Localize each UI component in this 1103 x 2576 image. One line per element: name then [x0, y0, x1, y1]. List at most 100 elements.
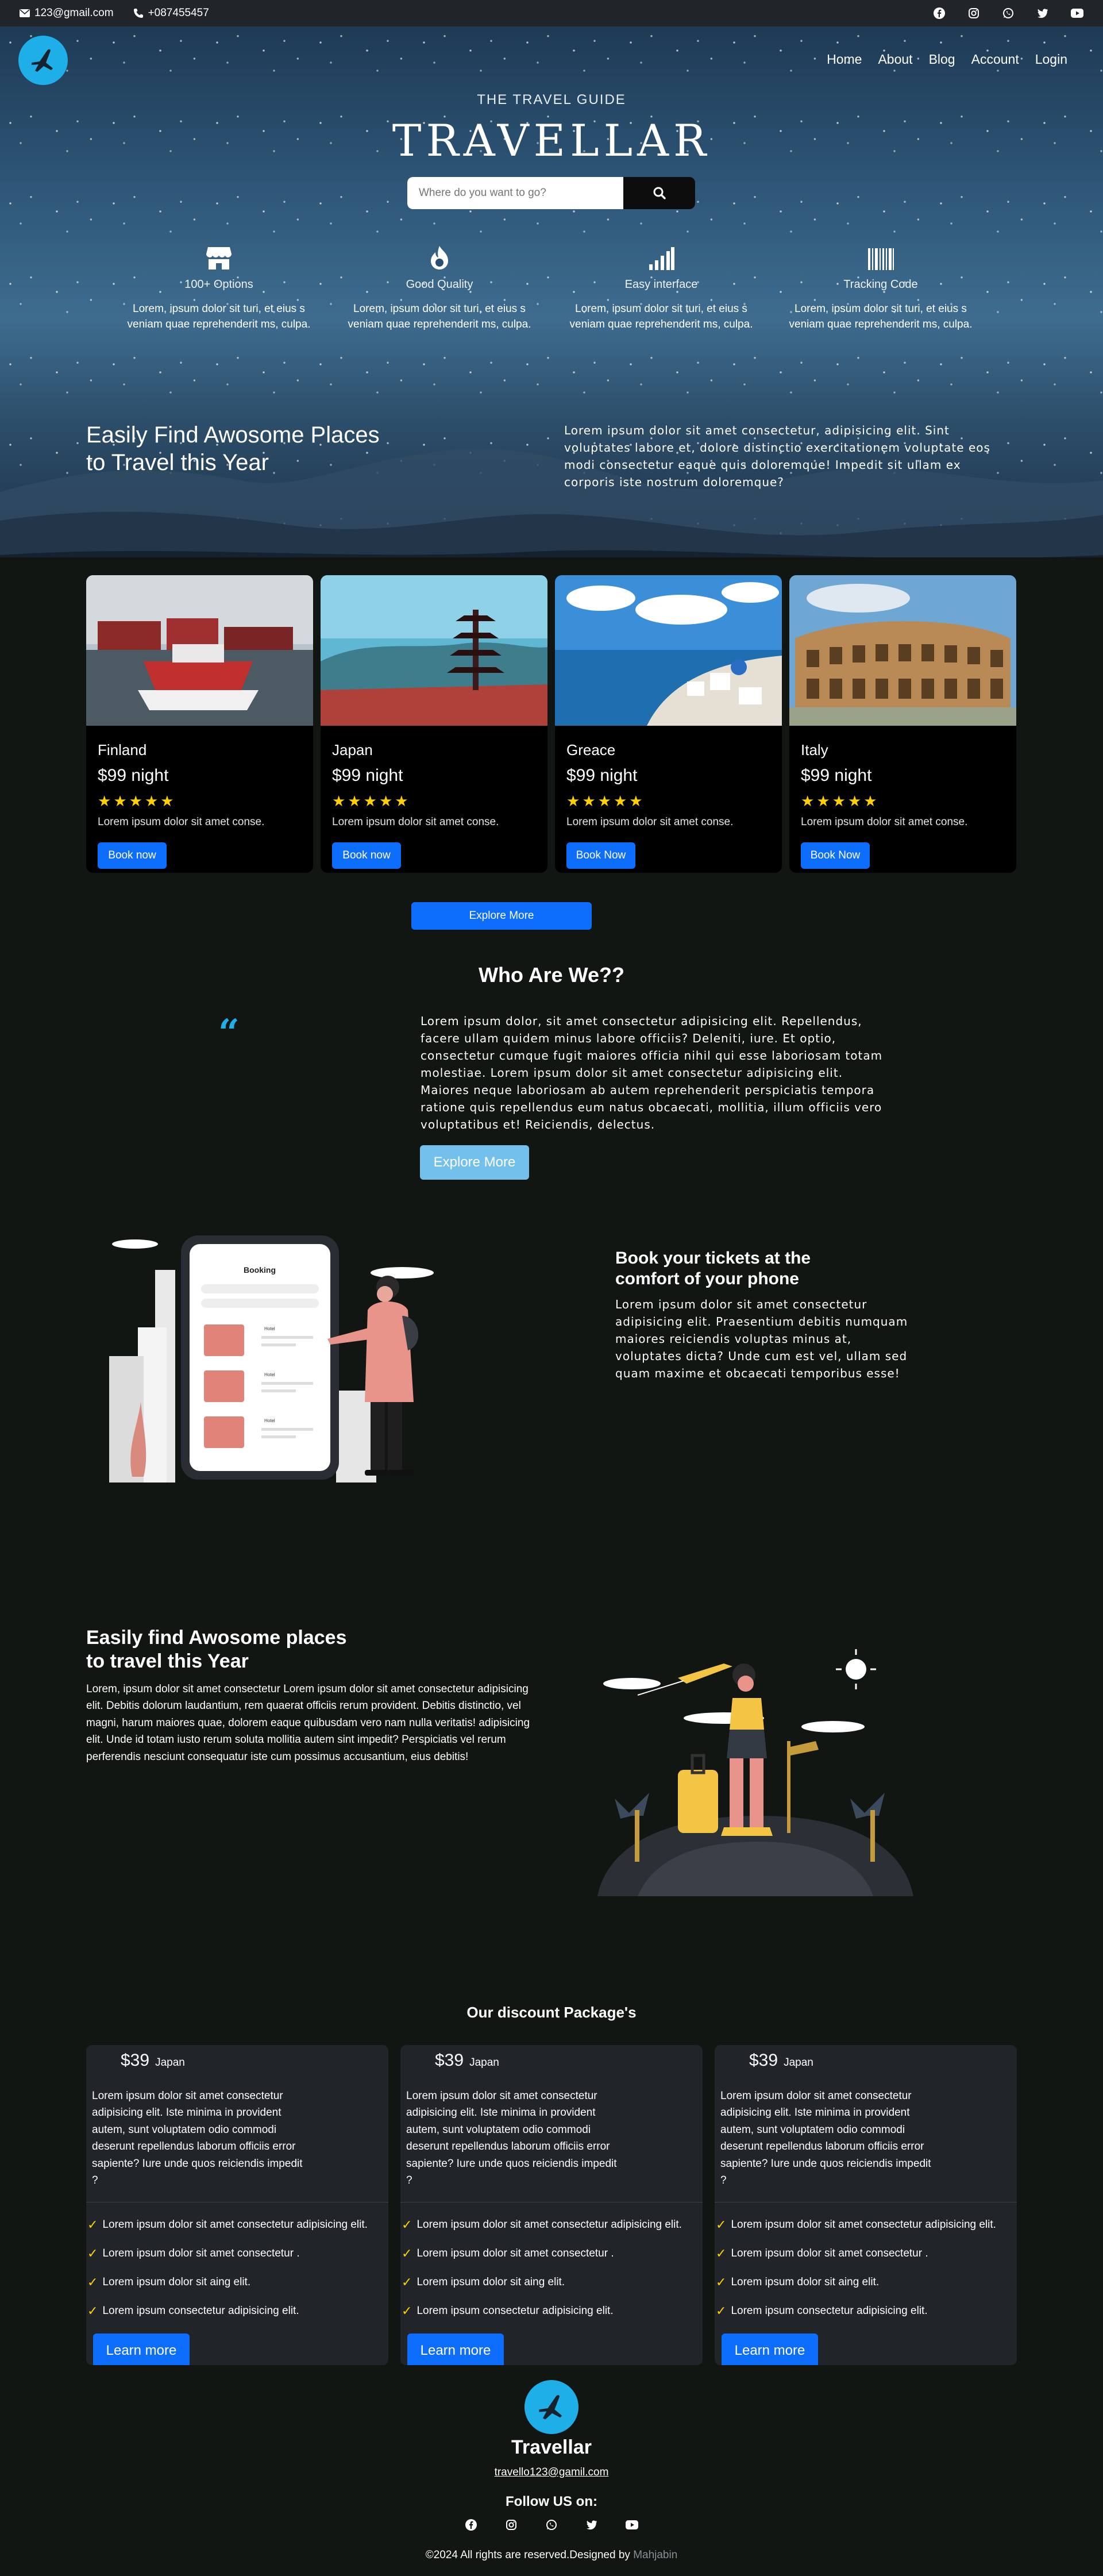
package-divider: [86, 2201, 388, 2203]
feature-options: 100+ Options Lorem, ipsum dolor sit turi…: [121, 245, 317, 332]
nav-home[interactable]: Home: [827, 52, 862, 67]
phone-hotel-label: Hotel: [264, 1418, 275, 1423]
feature-text: Lorem ipsum dolor sit amet consectetur .: [731, 2247, 928, 2259]
phone-text: +087455457: [148, 7, 209, 19]
search-button[interactable]: [623, 177, 695, 209]
feature-title: Easy interface: [624, 278, 698, 291]
feature-desc: Lorem, ipsum dolor sit turi, et eius s v…: [348, 303, 531, 330]
flame-icon: [431, 246, 448, 269]
star-icon: ★: [363, 792, 377, 810]
destination-card-italy: Italy $99 night ★ ★ ★ ★ ★ Lorem ipsum dolor …: [789, 575, 1016, 873]
facebook-icon[interactable]: [933, 7, 946, 20]
copyright-text: ©2024 All rights are reserved.Designed b…: [425, 2549, 634, 2561]
package-desc: Lorem ipsum dolor sit amet consectetur a…: [720, 2090, 931, 2187]
package-features: ✓ Lorem ipsum dolor sit amet consectetur …: [400, 2211, 703, 2325]
phone-booking-title: Booking: [244, 1265, 276, 1274]
instagram-icon[interactable]: [967, 7, 980, 20]
contact-email[interactable]: 123@gmail.com: [20, 7, 114, 20]
feature-title: Tracking Code: [843, 278, 918, 291]
star-icon: ★: [847, 792, 862, 810]
check-icon: ✓: [402, 2303, 412, 2318]
learn-more-button[interactable]: Learn more: [407, 2333, 504, 2365]
star-icon: ★: [395, 792, 408, 810]
check-icon: ✓: [87, 2217, 98, 2232]
nav-account[interactable]: Account: [971, 52, 1019, 67]
package-card: $39 Japan Lorem ipsum dolor sit amet cons…: [86, 2045, 388, 2365]
learn-more-button[interactable]: Learn more: [722, 2333, 818, 2365]
book-now-button[interactable]: Book now: [332, 842, 401, 869]
nav-login[interactable]: Login: [1035, 52, 1067, 67]
package-desc: Lorem ipsum dolor sit amet consectetur a…: [406, 2090, 617, 2187]
finland-photo: [86, 575, 313, 726]
check-icon: ✓: [87, 2303, 98, 2318]
booking-heading-line1: Book your tickets at the: [615, 1249, 811, 1268]
nav-about[interactable]: About: [878, 52, 912, 67]
footer-email-link[interactable]: travello123@gamil.com: [0, 2466, 1103, 2479]
explore-more-button[interactable]: Explore More: [411, 902, 592, 930]
twitter-icon[interactable]: [585, 2519, 598, 2531]
feature-tracking: Tracking Code Lorem, ipsum dolor sit tur…: [783, 245, 978, 332]
star-icon: ★: [566, 792, 580, 810]
card-rating: ★ ★ ★ ★ ★: [566, 792, 770, 810]
booking-paragraph: Lorem ipsum dolor sit amet consectetur a…: [615, 1297, 908, 1380]
list-item: ✓ Lorem ipsum dolor sit aing elit.: [400, 2268, 703, 2297]
footer-logo[interactable]: [524, 2380, 579, 2434]
package-price: $39: [435, 2051, 464, 2070]
contact-phone[interactable]: +087455457: [133, 7, 209, 20]
instagram-icon[interactable]: [505, 2519, 518, 2531]
check-icon: ✓: [716, 2217, 727, 2232]
barcode-icon: [868, 248, 894, 270]
who-explore-button[interactable]: Explore More: [420, 1145, 529, 1180]
nav-blog[interactable]: Blog: [929, 52, 955, 67]
hero-title: TRAVELLAR: [392, 115, 711, 166]
traveler-illustration: [597, 1649, 913, 1896]
list-item: ✓ Lorem ipsum dolor sit amet consectetur …: [715, 2239, 1017, 2268]
card-city: Italy: [801, 741, 828, 758]
destination-card-greece: Greace $99 night ★ ★ ★ ★ ★ Lorem ipsum dolor…: [555, 575, 782, 873]
twitter-icon[interactable]: [1036, 7, 1049, 20]
facebook-icon[interactable]: [465, 2519, 477, 2531]
star-icon: ★: [160, 792, 174, 810]
whatsapp-icon[interactable]: [545, 2519, 558, 2531]
book-now-button[interactable]: Book now: [98, 842, 167, 869]
list-item: ✓ Lorem ipsum consectetur adipisicing eli…: [400, 2297, 703, 2325]
check-icon: ✓: [716, 2246, 727, 2261]
site-logo[interactable]: [18, 36, 68, 85]
card-rating: ★ ★ ★ ★ ★: [98, 792, 302, 810]
check-icon: ✓: [87, 2246, 98, 2261]
feature-text: Lorem ipsum dolor sit amet consectetur .: [102, 2247, 300, 2259]
hero-subtitle: THE TRAVEL GUIDE: [477, 92, 626, 107]
list-item: ✓ Lorem ipsum dolor sit amet consectetur …: [86, 2211, 388, 2239]
star-icon: ★: [863, 792, 877, 810]
star-icon: ★: [332, 792, 346, 810]
designer-link[interactable]: Mahjabin: [633, 2549, 677, 2561]
star-icon: ★: [582, 792, 596, 810]
feature-text: Lorem ipsum dolor sit amet consectetur a…: [416, 2218, 682, 2231]
footer-follow-label: Follow US on:: [506, 2494, 597, 2509]
card-city: Greace: [566, 741, 616, 758]
feature-text: Lorem ipsum dolor sit aing elit.: [102, 2275, 251, 2288]
top-socials: [933, 7, 1083, 20]
check-icon: ✓: [402, 2246, 412, 2261]
booking-illustration: Booking Hotel Hotel Hotel: [109, 1235, 434, 1483]
feature-title: Good Quality: [406, 278, 473, 291]
book-now-button[interactable]: Book Now: [801, 842, 870, 869]
check-icon: ✓: [716, 2303, 727, 2318]
search-input[interactable]: [407, 177, 623, 209]
feature-text: Lorem ipsum dolor sit amet consectetur .: [416, 2247, 614, 2259]
package-features: ✓ Lorem ipsum dolor sit amet consectetur …: [86, 2211, 388, 2325]
check-icon: ✓: [87, 2274, 98, 2289]
hero-heading-line1: Easily Find Awosome Places: [86, 422, 380, 448]
youtube-icon[interactable]: [1071, 7, 1083, 20]
list-item: ✓ Lorem ipsum dolor sit amet consectetur …: [86, 2239, 388, 2268]
learn-more-button[interactable]: Learn more: [93, 2333, 190, 2365]
youtube-icon[interactable]: [626, 2519, 638, 2531]
package-features: ✓ Lorem ipsum dolor sit amet consectetur …: [715, 2211, 1017, 2325]
whatsapp-icon[interactable]: [1002, 7, 1015, 20]
book-now-button[interactable]: Book Now: [566, 842, 635, 869]
card-desc: Lorem ipsum dolor sit amet conse.: [98, 816, 265, 828]
feature-desc: Lorem, ipsum dolor sit turi, et eius s v…: [569, 303, 753, 330]
card-price: $99 night: [801, 766, 872, 785]
feature-text: Lorem ipsum dolor sit amet consectetur a…: [731, 2218, 996, 2231]
feature-interface: Easy interface Lorem, ipsum dolor sit tu…: [564, 245, 759, 332]
